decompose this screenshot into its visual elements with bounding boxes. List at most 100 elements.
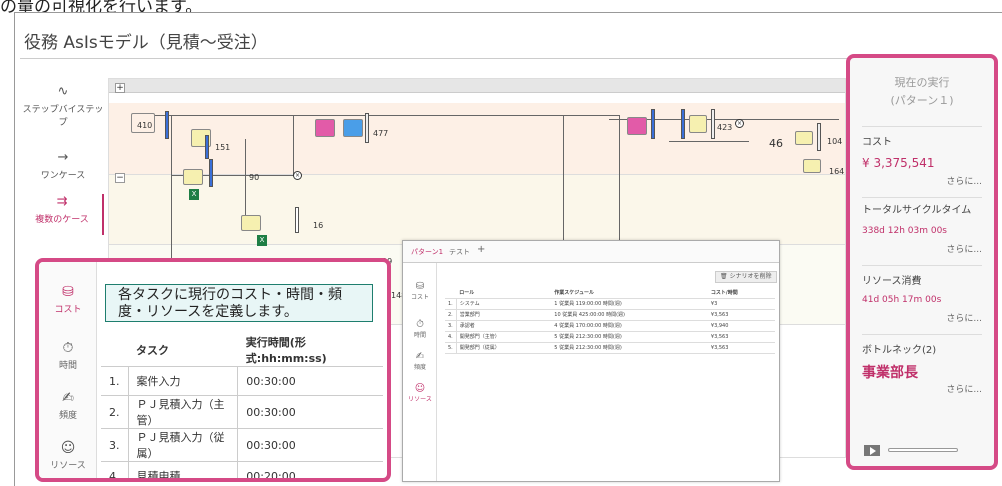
play-button[interactable] [864, 445, 880, 456]
row-cost[interactable]: ¥3 [707, 298, 775, 310]
canvas-count: 477 [373, 129, 389, 138]
table-row[interactable]: 3. ＰＪ見積入力（従属） 00:30:00 [101, 428, 383, 462]
playback-slider[interactable] [888, 448, 958, 452]
row-cost[interactable]: ¥3,563 [707, 342, 775, 354]
nav-one-case[interactable]: → ワンケース [22, 150, 104, 181]
canvas-count: 104 [827, 137, 843, 146]
col-num [101, 334, 128, 367]
excel-icon: X [257, 235, 267, 246]
canvas-count: 423 [717, 123, 733, 132]
row-time[interactable]: 00:20:00 [237, 461, 383, 478]
tab-pattern-1[interactable]: パターン1 [411, 247, 443, 257]
ss-nav-resource[interactable]: ☺ リソース [403, 383, 437, 403]
cost-more-link[interactable]: さらに... [862, 174, 982, 187]
table-row[interactable]: 1. 案件入力 00:30:00 [101, 366, 383, 396]
cost-icon: ⛁ [415, 281, 425, 292]
table-row[interactable]: 1. システム 1 従業員 119:00:00 時間(週) ¥3 [445, 298, 775, 310]
gateway-node[interactable]: × [293, 171, 302, 180]
process-task[interactable] [795, 131, 813, 145]
scenario-settings-screenshot: パターン1 テスト + ⛁ コスト ⏱ 時間 ✍ 頻度 ☺ リソース 🗑 シナリオを削除… [402, 240, 780, 482]
ss-nav-cost[interactable]: ⛁ コスト [403, 281, 437, 301]
settings-nav: ⛁ コスト ⏱ 時間 ✍ 頻度 ☺ リソース [39, 262, 97, 478]
excel-icon: X [189, 189, 199, 200]
process-task[interactable] [689, 115, 707, 133]
row-time[interactable]: 00:30:00 [237, 428, 383, 462]
canvas-count: 410 [137, 121, 153, 130]
row-schedule[interactable]: 10 従業員 425:00:00 時間(週) [551, 309, 708, 321]
col-cost: コスト/時間 [707, 287, 775, 299]
ss-nav-label: コスト [410, 294, 429, 301]
nav-step-by-step[interactable]: ∿ ステップバイステップ [22, 84, 104, 128]
task-settings-callout: ⛁ コスト ⏱ 時間 ✍ 頻度 ☺ リソース 各タスクに現行のコスト・時間・頻度・リソー… [35, 258, 391, 482]
nav-frequency[interactable]: ✍ 頻度 [39, 390, 97, 421]
zoom-in-button[interactable]: + [115, 83, 125, 93]
resource-icon: ☺ [414, 383, 426, 394]
nav-resource[interactable]: ☺ リソース [39, 440, 97, 471]
delete-scenario-button[interactable]: 🗑 シナリオを削除 [715, 271, 777, 283]
table-row[interactable]: 5. 開発部門（従属） 5 従業員 212:30:00 時間(週) ¥3,563 [445, 342, 775, 354]
flow-line [669, 141, 749, 142]
row-role: システム [456, 298, 552, 310]
nav-one-case-label: ワンケース [40, 171, 86, 181]
resource-icon: ☺ [60, 440, 76, 456]
bottleneck-value: 事業部長 [862, 365, 918, 381]
nav-frequency-label: 頻度 [58, 411, 77, 421]
tab-test[interactable]: テスト [449, 247, 470, 257]
title-divider [20, 58, 850, 59]
resource-more-link[interactable]: さらに... [862, 311, 982, 324]
row-num: 4. [101, 461, 129, 478]
gateway-node[interactable]: × [735, 119, 744, 128]
nav-multiple-cases-label: 複数のケース [35, 215, 89, 225]
row-schedule[interactable]: 5 従業員 212:30:00 時間(週) [551, 331, 708, 343]
resource-bar [711, 109, 715, 139]
zoom-out-button[interactable]: − [115, 173, 125, 183]
frequency-icon: ✍ [62, 390, 74, 406]
row-role: 開発部門（従属） [456, 342, 552, 354]
row-cost[interactable]: ¥3,563 [707, 331, 775, 343]
resource-bar [165, 111, 169, 139]
canvas-header-bar [109, 79, 845, 93]
row-schedule[interactable]: 1 従業員 119:00:00 時間(週) [551, 298, 708, 310]
ss-nav-time[interactable]: ⏱ 時間 [403, 319, 437, 339]
row-num: 1. [101, 366, 129, 396]
nav-cost[interactable]: ⛁ コスト [39, 284, 97, 315]
scenario-nav: ⛁ コスト ⏱ 時間 ✍ 頻度 ☺ リソース [403, 263, 437, 481]
table-row[interactable]: 2. 営業部門 10 従業員 425:00:00 時間(週) ¥3,563 [445, 309, 775, 321]
row-cost[interactable]: ¥3,563 [707, 309, 775, 321]
add-tab-button[interactable]: + [477, 244, 485, 255]
cost-value: ¥ 3,375,541 [862, 156, 935, 170]
table-row[interactable]: 3. 承認者 4 従業員 170:00:00 時間(週) ¥3,940 [445, 320, 775, 332]
row-schedule[interactable]: 5 従業員 212:30:00 時間(週) [551, 342, 708, 354]
nav-time[interactable]: ⏱ 時間 [39, 340, 97, 371]
divider [862, 265, 982, 266]
divider [862, 197, 982, 198]
process-task[interactable] [627, 117, 647, 135]
row-num: 3. [445, 320, 457, 332]
process-task[interactable] [183, 169, 203, 185]
canvas-count: 46 [769, 137, 783, 150]
ss-nav-frequency[interactable]: ✍ 頻度 [403, 351, 437, 371]
col-task: タスク [128, 334, 238, 367]
resource-bar [365, 113, 369, 143]
row-num: 4. [445, 331, 457, 343]
process-task[interactable] [241, 215, 261, 231]
cycle-more-link[interactable]: さらに... [862, 242, 982, 255]
ss-nav-label: 頻度 [413, 364, 426, 371]
nav-multiple-cases[interactable]: ⇉ 複数のケース [22, 194, 104, 235]
divider [862, 126, 982, 127]
row-time[interactable]: 00:30:00 [237, 366, 383, 396]
process-task[interactable] [315, 119, 335, 137]
table-row[interactable]: 4. 見積申積 00:20:00 [101, 461, 383, 478]
row-cost[interactable]: ¥3,940 [707, 320, 775, 332]
row-time[interactable]: 00:30:00 [237, 395, 383, 429]
resource-label: リソース消費 [862, 276, 922, 287]
table-row[interactable]: 2. ＰＪ見積入力（主管） 00:30:00 [101, 395, 383, 429]
row-schedule[interactable]: 4 従業員 170:00:00 時間(週) [551, 320, 708, 332]
multi-arrow-icon: ⇉ [56, 194, 68, 209]
bottleneck-more-link[interactable]: さらに... [862, 382, 982, 395]
table-row[interactable]: 4. 開発部門（主管） 5 従業員 212:30:00 時間(週) ¥3,563 [445, 331, 775, 343]
resource-bar [209, 159, 213, 187]
cycle-time-label: トータルサイクルタイム [862, 205, 972, 216]
process-task[interactable] [343, 119, 363, 137]
process-task[interactable] [803, 159, 821, 173]
